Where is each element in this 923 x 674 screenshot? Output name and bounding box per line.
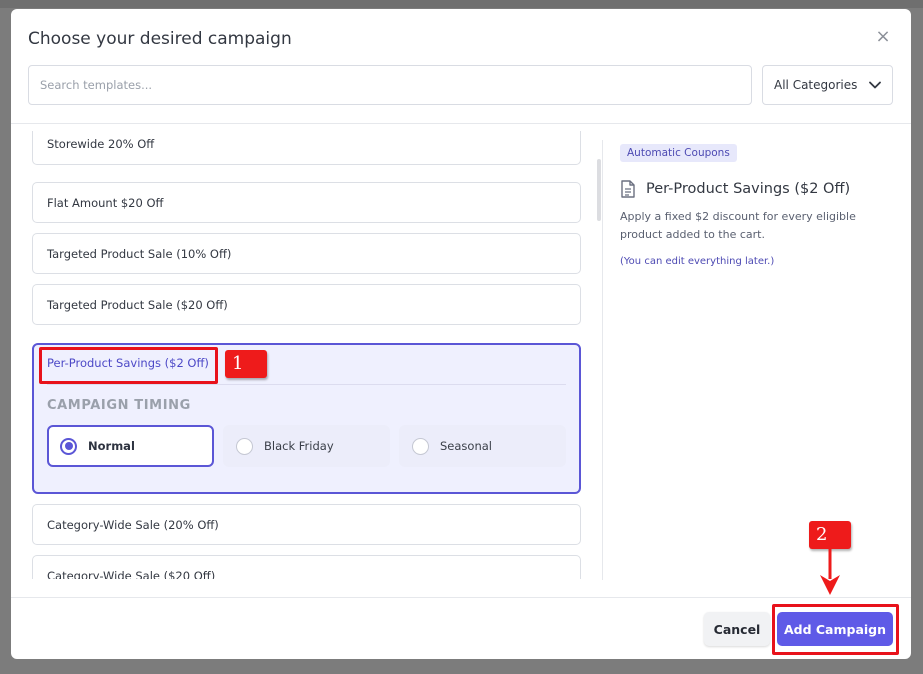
radio-selected-icon xyxy=(60,437,77,455)
template-item-label: Targeted Product Sale ($20 Off) xyxy=(47,297,228,312)
details-heading: Per-Product Savings ($2 Off) xyxy=(620,180,895,198)
backdrop xyxy=(0,0,923,8)
radio-unselected-icon xyxy=(412,437,429,455)
radio-unselected-icon xyxy=(236,437,253,455)
template-item-label: Category-Wide Sale ($20 Off) xyxy=(47,568,216,580)
timing-option-normal[interactable]: Normal xyxy=(47,425,214,467)
footer-divider xyxy=(11,597,911,598)
details-note: (You can edit everything later.) xyxy=(620,256,775,267)
template-item[interactable]: Flat Amount $20 Off xyxy=(32,182,581,223)
template-item-label: Targeted Product Sale (10% Off) xyxy=(47,246,232,261)
timing-option-label: Black Friday xyxy=(264,439,334,453)
template-item-label: Category-Wide Sale (20% Off) xyxy=(47,517,219,532)
header-divider xyxy=(11,123,911,124)
timing-option-black-friday[interactable]: Black Friday xyxy=(223,425,390,467)
close-icon[interactable]: × xyxy=(875,27,891,47)
document-icon xyxy=(621,180,635,198)
template-item[interactable]: Category-Wide Sale ($20 Off) xyxy=(32,555,581,579)
template-list: Storewide 20% Off Flat Amount $20 Off Ta… xyxy=(32,131,581,579)
template-item[interactable]: Category-Wide Sale (20% Off) xyxy=(32,504,581,545)
details-description: Apply a fixed $2 discount for every elig… xyxy=(620,210,856,241)
column-divider xyxy=(602,140,603,580)
annotation-highlight-box xyxy=(39,347,218,384)
timing-option-label: Seasonal xyxy=(440,439,492,453)
category-select[interactable]: All Categories xyxy=(762,65,893,105)
dialog-title: Choose your desired campaign xyxy=(28,29,292,49)
template-item-label: Storewide 20% Off xyxy=(47,137,155,151)
annotation-highlight-box xyxy=(772,604,899,655)
timing-option-label: Normal xyxy=(88,439,135,453)
search-input[interactable] xyxy=(28,65,752,105)
section-divider xyxy=(47,384,566,385)
category-badge: Automatic Coupons xyxy=(620,144,737,162)
cancel-button[interactable]: Cancel xyxy=(704,612,770,646)
campaign-dialog: Choose your desired campaign × All Categ… xyxy=(11,9,911,659)
timing-option-seasonal[interactable]: Seasonal xyxy=(399,425,566,467)
chevron-down-icon xyxy=(869,81,881,89)
template-item[interactable]: Storewide 20% Off xyxy=(32,131,581,165)
template-item[interactable]: Targeted Product Sale ($20 Off) xyxy=(32,284,581,325)
template-item-label: Flat Amount $20 Off xyxy=(47,195,164,210)
template-item-selected[interactable]: Per-Product Savings ($2 Off) 1 CAMPAIGN … xyxy=(32,343,581,494)
annotation-arrow-icon xyxy=(820,545,840,595)
campaign-timing-label: CAMPAIGN TIMING xyxy=(47,398,191,413)
details-title: Per-Product Savings ($2 Off) xyxy=(646,181,851,197)
category-select-value: All Categories xyxy=(774,78,858,92)
annotation-step-badge: 1 xyxy=(225,350,267,378)
template-item[interactable]: Targeted Product Sale (10% Off) xyxy=(32,233,581,274)
template-details: Automatic Coupons Per-Product Savings ($… xyxy=(620,141,895,267)
list-scrollbar[interactable] xyxy=(597,159,601,221)
